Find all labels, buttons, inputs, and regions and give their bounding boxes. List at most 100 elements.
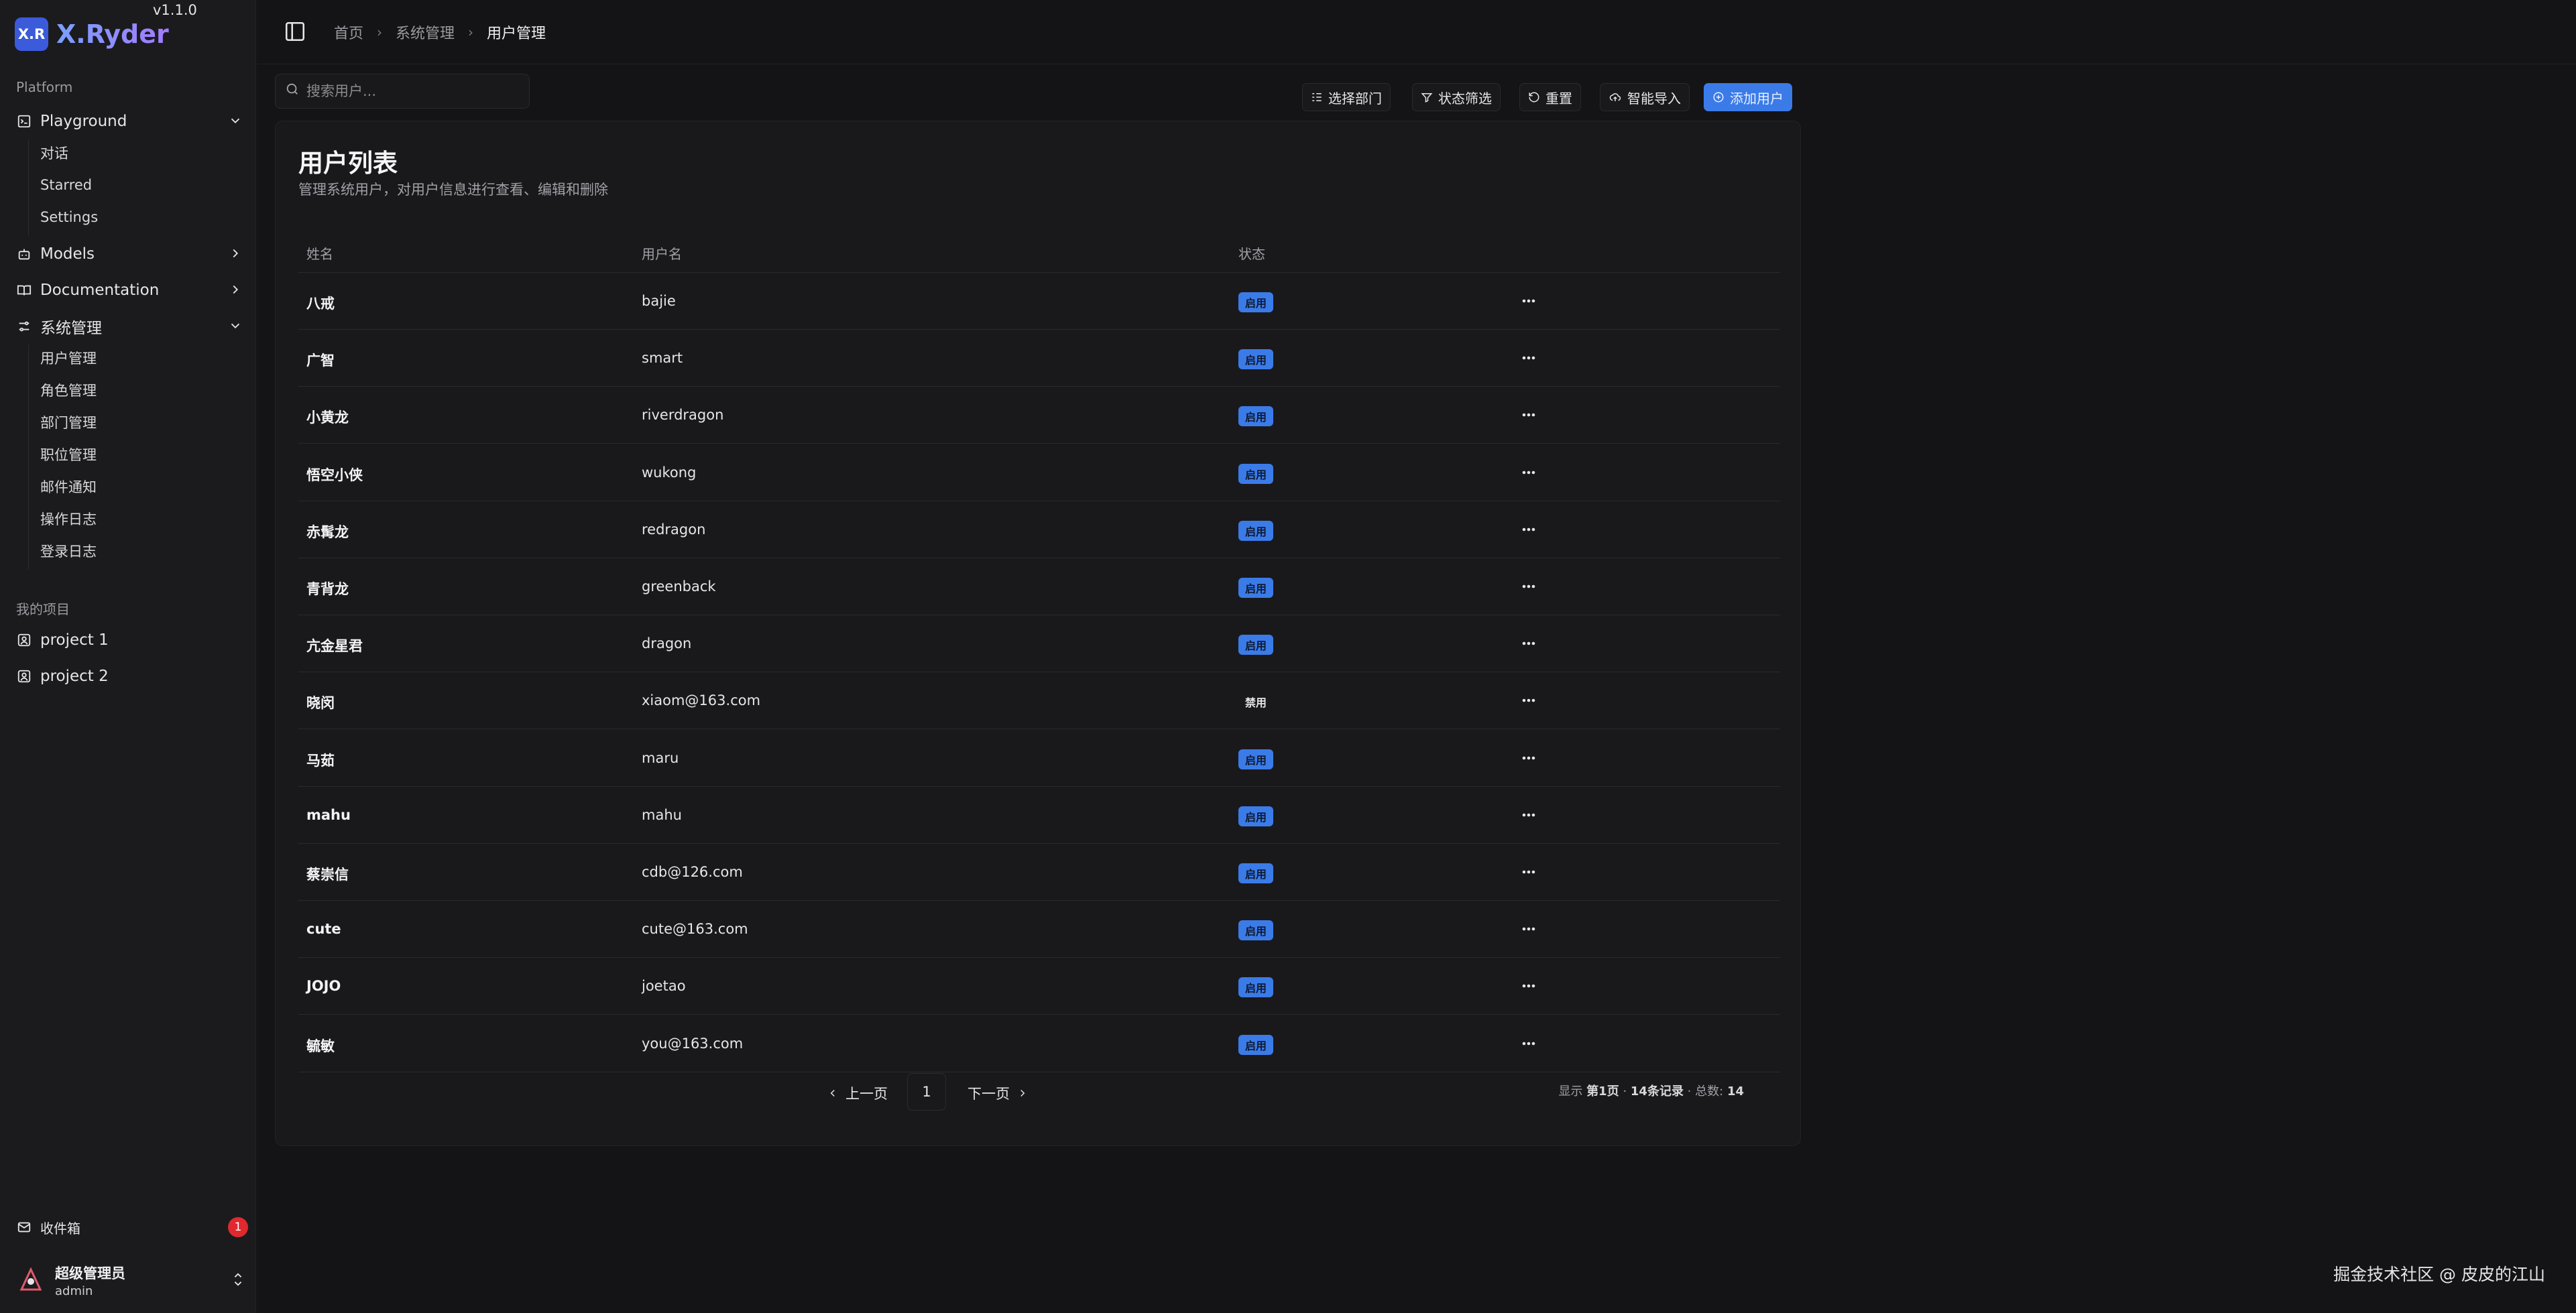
cell-username: dragon (642, 635, 692, 652)
reset-button[interactable]: 重置 (1519, 83, 1581, 111)
column-header-name[interactable]: 姓名 (306, 243, 333, 263)
status-badge: 启用 (1238, 292, 1274, 312)
sidebar-subitem-settings[interactable]: Settings (40, 204, 98, 231)
status-badge: 启用 (1238, 749, 1274, 769)
project-item-2[interactable]: project 2 (16, 662, 244, 690)
breadcrumb-home[interactable]: 首页 (334, 21, 363, 43)
table-row[interactable]: 毓敏 you@163.com 启用 (298, 1015, 1780, 1072)
next-page-button[interactable]: 下一页 (968, 1083, 1029, 1103)
more-actions-icon[interactable] (1519, 521, 1539, 538)
sidebar-item-models[interactable]: Models (16, 240, 244, 268)
sidebar-subitem-mail[interactable]: 邮件通知 (40, 473, 97, 500)
more-actions-icon[interactable] (1519, 293, 1539, 309)
table-row[interactable]: 悟空小侠 wukong 启用 (298, 444, 1780, 501)
sidebar-item-label: Models (40, 245, 95, 263)
table-row[interactable]: 蔡崇信 cdb@126.com 启用 (298, 844, 1780, 901)
status-filter-button[interactable]: 状态筛选 (1412, 83, 1501, 111)
brand-name: X.Ryder (56, 19, 169, 49)
sidebar-subitem-positions[interactable]: 职位管理 (40, 441, 97, 468)
more-actions-icon[interactable] (1519, 635, 1539, 651)
inbox-label: 收件箱 (40, 1220, 80, 1237)
avatar (15, 1264, 47, 1296)
sidebar-subitem-chat[interactable]: 对话 (40, 139, 68, 166)
inbox-item[interactable]: 收件箱 (16, 1213, 244, 1241)
sidebar-item-label: Playground (40, 113, 127, 130)
sidebar-item-documentation[interactable]: Documentation (16, 276, 244, 304)
table-row[interactable]: 亢金星君 dragon 启用 (298, 615, 1780, 673)
sidebar-subitem-loginlog[interactable]: 登录日志 (40, 538, 97, 564)
chevron-right-icon (1020, 1089, 1025, 1097)
sidebar-item-playground[interactable]: Playground (16, 107, 244, 135)
pagination-info: 显示 第1页 · 14条记录 · 总数: 14 (1558, 1084, 1744, 1099)
more-actions-icon[interactable] (1519, 692, 1539, 708)
cell-name: 广智 (306, 353, 335, 369)
terminal-icon (16, 113, 32, 129)
sidebar-subitem-roles[interactable]: 角色管理 (40, 377, 97, 403)
status-badge: 启用 (1238, 463, 1274, 484)
user-username: admin (55, 1284, 93, 1298)
cloud-upload-icon (1609, 93, 1621, 101)
more-actions-icon[interactable] (1519, 864, 1539, 880)
table-row[interactable]: 青背龙 greenback 启用 (298, 558, 1780, 615)
sidebar-subitem-users[interactable]: 用户管理 (40, 345, 97, 371)
table-row[interactable]: 马茹 maru 启用 (298, 730, 1780, 787)
cell-name: JOJO (306, 978, 341, 995)
chevron-down-icon (228, 113, 244, 129)
more-actions-icon[interactable] (1519, 750, 1539, 766)
prev-page-button[interactable]: 上一页 (827, 1083, 888, 1103)
sidebar-subitem-oplog[interactable]: 操作日志 (40, 505, 97, 532)
settings-sliders-icon (16, 318, 32, 334)
search-box[interactable] (275, 74, 530, 109)
more-actions-icon[interactable] (1519, 1036, 1539, 1052)
add-user-label: 添加用户 (1730, 90, 1783, 107)
submenu-line (28, 139, 29, 236)
table-row[interactable]: cute cute@163.com 启用 (298, 901, 1780, 958)
table-row[interactable]: 赤髯龙 redragon 启用 (298, 501, 1780, 558)
sidebar-subitem-starred[interactable]: Starred (40, 172, 92, 198)
more-actions-icon[interactable] (1519, 807, 1539, 823)
more-actions-icon[interactable] (1519, 464, 1539, 481)
cell-username: smart (642, 350, 683, 367)
reset-label: 重置 (1545, 90, 1572, 107)
add-user-button[interactable]: 添加用户 (1704, 83, 1792, 111)
page-number-button[interactable]: 1 (907, 1073, 946, 1111)
more-actions-icon[interactable] (1519, 921, 1539, 937)
projects-label: 我的项目 (16, 601, 70, 617)
column-header-status[interactable]: 状态 (1238, 243, 1265, 263)
cell-name: 青背龙 (306, 581, 349, 597)
column-header-username[interactable]: 用户名 (642, 243, 682, 263)
breadcrumb-system[interactable]: 系统管理 (396, 21, 455, 43)
select-dept-label: 选择部门 (1328, 90, 1382, 107)
cell-name: 亢金星君 (306, 638, 363, 655)
more-actions-icon[interactable] (1519, 407, 1539, 423)
cell-name: 毓敏 (306, 1038, 335, 1054)
sidebar-item-system[interactable]: 系统管理 (16, 312, 244, 340)
select-dept-button[interactable]: 选择部门 (1302, 83, 1391, 111)
table-row[interactable]: JOJO joetao 启用 (298, 958, 1780, 1015)
brand[interactable]: X.R X.Ryder (15, 16, 169, 52)
rotate-icon (1529, 92, 1539, 103)
more-actions-icon[interactable] (1519, 578, 1539, 595)
smart-import-button[interactable]: 智能导入 (1600, 83, 1690, 111)
table-row[interactable]: 广智 smart 启用 (298, 330, 1780, 387)
more-actions-icon[interactable] (1519, 350, 1539, 366)
chevron-right-icon: › (468, 24, 474, 40)
smart-import-label: 智能导入 (1627, 90, 1681, 107)
sidebar: X.R X.Ryder v1.1.0 Platform Playground 对… (0, 0, 256, 1313)
table-row[interactable]: 晓闵 xiaom@163.com 禁用 (298, 672, 1780, 730)
project-icon (16, 632, 32, 648)
more-actions-icon[interactable] (1519, 978, 1539, 994)
status-badge: 启用 (1238, 1034, 1274, 1055)
table-row[interactable]: 八戒 bajie 启用 (298, 273, 1780, 330)
submenu-line (28, 345, 29, 570)
table-row[interactable]: mahu mahu 启用 (298, 787, 1780, 844)
user-menu[interactable]: 超级管理员 admin (15, 1261, 245, 1299)
user-name: 超级管理员 (55, 1265, 125, 1281)
cell-name: mahu (306, 806, 351, 823)
sidebar-subitem-departments[interactable]: 部门管理 (40, 409, 97, 436)
search-input[interactable] (306, 83, 521, 99)
table-row[interactable]: 小黄龙 riverdragon 启用 (298, 387, 1780, 444)
sidebar-toggle-icon[interactable] (284, 20, 308, 44)
project-item-1[interactable]: project 1 (16, 626, 244, 654)
chevrons-up-down-icon (231, 1271, 245, 1292)
